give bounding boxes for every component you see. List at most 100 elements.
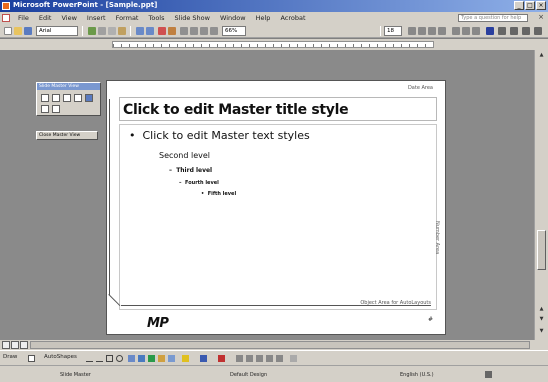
master-layout-icon[interactable] — [41, 105, 49, 113]
slide-master[interactable]: Date Area Click to edit Master title sty… — [106, 80, 446, 335]
text-box-icon[interactable] — [128, 355, 135, 362]
font-name-select[interactable]: Arial — [36, 26, 78, 36]
align-right-icon[interactable] — [472, 27, 480, 35]
shadow-icon[interactable] — [438, 27, 446, 35]
dash-style-icon[interactable] — [246, 355, 253, 362]
new-slide-icon[interactable] — [498, 27, 506, 35]
spelling-status-icon[interactable] — [485, 371, 492, 378]
insert-title-master-icon[interactable] — [52, 94, 60, 102]
menu-tools[interactable]: Tools — [143, 14, 169, 22]
align-left-icon[interactable] — [452, 27, 460, 35]
chart-icon[interactable] — [158, 27, 166, 35]
date-area-placeholder[interactable]: Date Area — [408, 85, 433, 91]
horizontal-ruler[interactable] — [112, 41, 434, 48]
menu-insert[interactable]: Insert — [82, 14, 111, 22]
shadow-style-icon[interactable] — [266, 355, 273, 362]
font-size-select[interactable]: 18 — [384, 26, 402, 36]
slide-master-toolbar-title[interactable]: Slide Master View — [37, 83, 100, 90]
color-grayscale-icon[interactable] — [200, 27, 208, 35]
more-drawing-icon[interactable] — [290, 355, 297, 362]
menu-acrobat[interactable]: Acrobat — [275, 14, 310, 22]
master-title[interactable]: Click to edit Master title style — [123, 102, 349, 118]
delete-master-icon[interactable] — [63, 94, 71, 102]
table-icon[interactable] — [168, 27, 176, 35]
grid-layout-icon[interactable] — [52, 105, 60, 113]
picture-icon[interactable] — [168, 355, 175, 362]
menu-view[interactable]: View — [56, 14, 81, 22]
wordart-icon[interactable] — [138, 355, 145, 362]
minimize-button[interactable]: _ — [514, 1, 524, 10]
horizontal-scrollbar[interactable] — [30, 341, 530, 349]
grid-icon[interactable] — [190, 27, 198, 35]
normal-view-icon[interactable] — [2, 341, 10, 349]
new-icon[interactable] — [4, 27, 12, 35]
close-master-view-button[interactable]: Close Master View — [36, 131, 98, 140]
print-icon[interactable] — [88, 27, 96, 35]
vertical-scroll-thumb[interactable] — [537, 230, 546, 270]
rectangle-icon[interactable] — [106, 355, 113, 362]
diagram-icon[interactable] — [148, 355, 155, 362]
line-style-icon[interactable] — [236, 355, 243, 362]
previous-slide-icon[interactable]: ▲ — [537, 306, 546, 313]
autoshapes-menu[interactable]: AutoShapes — [44, 354, 77, 360]
slide-show-view-icon[interactable] — [20, 341, 28, 349]
document-icon[interactable] — [2, 14, 10, 22]
italic-icon[interactable] — [418, 27, 426, 35]
close-document-icon[interactable]: × — [538, 13, 544, 21]
preserve-master-icon[interactable] — [74, 94, 82, 102]
draw-menu[interactable]: Draw — [3, 354, 17, 360]
line-icon[interactable] — [86, 355, 93, 362]
insert-slide-master-icon[interactable] — [41, 94, 49, 102]
underline-icon[interactable] — [428, 27, 436, 35]
text-level-3[interactable]: – Third level — [169, 167, 212, 174]
undo-icon[interactable] — [136, 27, 144, 35]
select-objects-icon[interactable] — [28, 355, 35, 362]
footer-placeholder[interactable]: Object Area for AutoLayouts — [360, 300, 431, 306]
text-level-1[interactable]: • Click to edit Master text styles — [129, 129, 310, 142]
open-icon[interactable] — [14, 27, 22, 35]
maximize-button[interactable]: □ — [525, 1, 535, 10]
next-slide-icon[interactable]: ▼ — [537, 316, 546, 323]
arrow-style-icon[interactable] — [256, 355, 263, 362]
paste-icon[interactable] — [118, 27, 126, 35]
text-level-2[interactable]: Second level — [159, 151, 210, 160]
oval-icon[interactable] — [116, 355, 123, 362]
zoom-icon[interactable] — [210, 27, 218, 35]
scroll-up-icon[interactable]: ▲ — [537, 52, 546, 59]
expand-icon[interactable] — [180, 27, 188, 35]
close-button[interactable]: × — [536, 1, 546, 10]
copy-icon[interactable] — [108, 27, 116, 35]
menu-format[interactable]: Format — [111, 14, 144, 22]
arrow-icon[interactable] — [96, 355, 103, 362]
bullets-icon[interactable] — [510, 27, 518, 35]
menu-edit[interactable]: Edit — [34, 14, 57, 22]
line-color-icon[interactable] — [200, 355, 207, 362]
font-color-icon[interactable] — [218, 355, 225, 362]
design-icon[interactable] — [486, 27, 494, 35]
menu-help[interactable]: Help — [251, 14, 276, 22]
powerpoint-app-icon[interactable] — [2, 2, 10, 10]
page-number-placeholder[interactable]: # — [428, 316, 433, 323]
menu-slide-show[interactable]: Slide Show — [170, 14, 215, 22]
menu-file[interactable]: File — [13, 14, 34, 22]
3d-style-icon[interactable] — [276, 355, 283, 362]
rename-master-icon[interactable] — [85, 94, 93, 102]
numbering-icon[interactable] — [522, 27, 530, 35]
number-area-placeholder[interactable]: Number Area — [434, 221, 440, 254]
text-level-4[interactable]: – Fourth level — [179, 180, 219, 186]
vertical-scrollbar[interactable]: ▲ ▲ ▼ ▼ — [534, 50, 548, 340]
save-icon[interactable] — [24, 27, 32, 35]
fill-color-icon[interactable] — [182, 355, 189, 362]
text-level-5[interactable]: • Fifth level — [201, 191, 236, 197]
ask-question-input[interactable]: Type a question for help — [458, 14, 528, 22]
toolbar-options-icon[interactable] — [534, 27, 542, 35]
cut-icon[interactable] — [98, 27, 106, 35]
menu-window[interactable]: Window — [215, 14, 251, 22]
bold-icon[interactable] — [408, 27, 416, 35]
clip-art-icon[interactable] — [158, 355, 165, 362]
scroll-down-icon[interactable]: ▼ — [537, 328, 546, 335]
zoom-select[interactable]: 66% — [222, 26, 246, 36]
align-center-icon[interactable] — [462, 27, 470, 35]
slide-sorter-view-icon[interactable] — [11, 341, 19, 349]
redo-icon[interactable] — [146, 27, 154, 35]
